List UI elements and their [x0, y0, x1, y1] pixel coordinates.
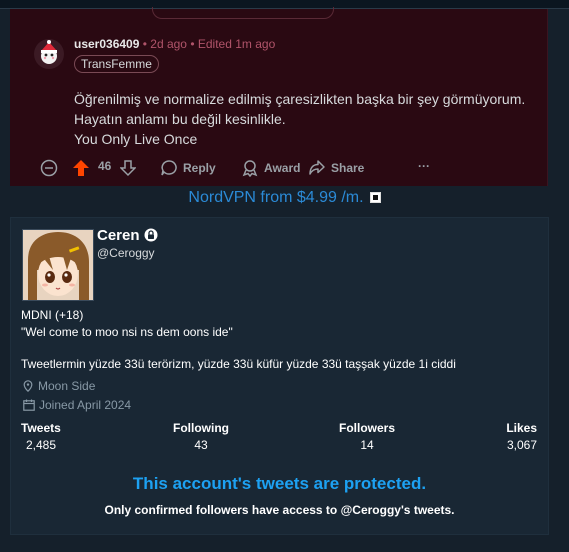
award-label: Award [264, 161, 301, 175]
stat-label: Likes [506, 421, 537, 435]
comment-meta: user036409 • 2d ago • Edited 1m ago [74, 37, 275, 51]
share-button[interactable]: Share [308, 159, 364, 177]
upvote-button[interactable] [72, 159, 90, 177]
display-name-text: Ceren [97, 227, 140, 244]
ad-banner[interactable]: NordVPN from $4.99 /m. [0, 189, 569, 207]
join-date: Joined April 2024 [23, 398, 131, 412]
display-name: Ceren [97, 227, 158, 244]
protected-notice-subtitle: Only confirmed followers have access to … [104, 503, 455, 517]
user-flair: TransFemme [74, 55, 159, 73]
award-icon [242, 160, 258, 177]
meta-separator: • [190, 37, 195, 51]
meta-separator: • [142, 37, 147, 51]
stat-label: Followers [338, 421, 395, 435]
bio-line: Tweetlermin yüzde 33ü terörizm, yüzde 33… [21, 357, 456, 371]
collapse-button[interactable] [40, 159, 58, 177]
ad-text[interactable]: NordVPN from $4.99 /m. [188, 189, 363, 206]
award-button[interactable]: Award [241, 159, 300, 177]
location-pin-icon [23, 380, 33, 392]
parent-comment-stub [152, 7, 334, 19]
collapse-icon [40, 159, 58, 177]
share-label: Share [331, 161, 365, 175]
timestamp[interactable]: 2d ago [150, 37, 187, 51]
ad-choices-icon[interactable] [369, 192, 381, 203]
downvote-arrow-icon [120, 160, 136, 177]
edited-label: Edited 1m ago [197, 37, 276, 51]
share-arrow-icon [309, 160, 325, 175]
location-text: Moon Side [38, 379, 96, 393]
user-handle: @Ceroggy [97, 246, 155, 260]
stat-label: Following [173, 421, 229, 435]
score: 46 [98, 159, 112, 173]
more-options-button[interactable]: ··· [418, 159, 430, 173]
speech-bubble-icon [161, 160, 177, 176]
stat-following[interactable]: Following 43 [161, 421, 241, 452]
lock-icon [144, 228, 158, 242]
avatar[interactable] [34, 39, 64, 69]
stat-value: 3,067 [506, 438, 537, 452]
downvote-button[interactable] [120, 159, 136, 177]
calendar-icon [23, 399, 35, 411]
comment-line: You Only Live Once [74, 131, 198, 147]
join-date-text: Joined April 2024 [39, 398, 132, 412]
stat-followers[interactable]: Followers 14 [327, 421, 407, 452]
bio-line: MDNI (+18) [21, 308, 84, 322]
reply-button[interactable]: Reply [160, 159, 216, 177]
comment-line: Hayatın anlamı bu değil kesinlikle. [74, 111, 286, 127]
comment-body: Öğrenilmiş ve normalize edilmiş çaresizl… [74, 89, 525, 149]
protected-notice-title: This account's tweets are protected. [132, 474, 427, 493]
comment-card: user036409 • 2d ago • Edited 1m ago Tran… [10, 7, 548, 186]
upvote-arrow-icon [73, 160, 89, 176]
stat-value: 43 [194, 438, 208, 452]
bio-line: "Wel come to moo nsi ns dem oons ide" [21, 325, 233, 339]
username-link[interactable]: user036409 [74, 37, 139, 51]
stat-value: 14 [360, 438, 374, 452]
stat-label: Tweets [21, 421, 61, 435]
stat-value: 2,485 [26, 438, 57, 452]
reply-label: Reply [183, 161, 216, 175]
location: Moon Side [23, 379, 95, 393]
twitter-profile-card: Ceren @Ceroggy MDNI (+18) "Wel come to m… [10, 217, 549, 535]
profile-picture[interactable] [22, 229, 94, 301]
stat-tweets[interactable]: Tweets 2,485 [21, 421, 61, 452]
stat-likes[interactable]: Likes 3,067 [481, 421, 537, 452]
comment-line: Öğrenilmiş ve normalize edilmiş çaresizl… [74, 91, 526, 107]
